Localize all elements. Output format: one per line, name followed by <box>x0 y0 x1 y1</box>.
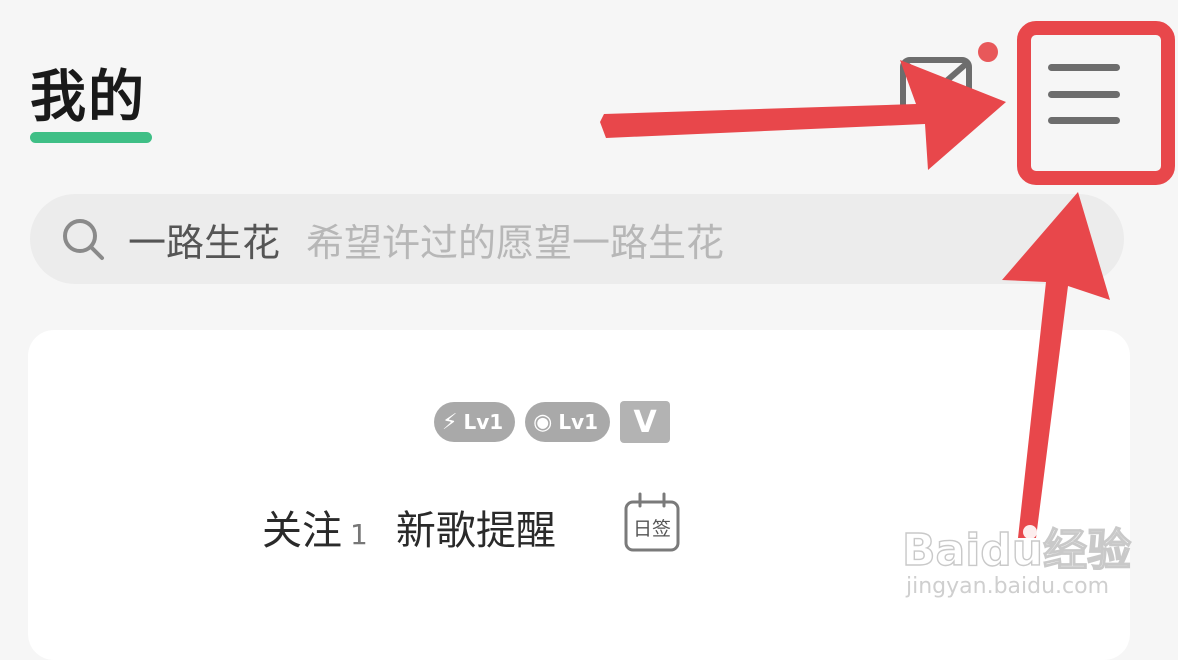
watermark-url: jingyan.baidu.com <box>906 574 1110 599</box>
message-icon[interactable] <box>898 54 976 120</box>
disc-level-badge[interactable]: ◉ Lv1 <box>525 402 611 442</box>
follow-label[interactable]: 关注 <box>262 498 342 556</box>
calendar-checkin-icon[interactable]: 日签 <box>620 490 684 554</box>
badge-label: Lv1 <box>463 410 504 434</box>
search-input[interactable]: 一路生花 希望许过的愿望一路生花 <box>30 194 1124 284</box>
notification-dot <box>978 42 998 62</box>
lightning-level-badge[interactable]: ⚡ Lv1 <box>434 402 516 442</box>
search-placeholder: 希望许过的愿望一路生花 <box>306 220 725 265</box>
lightning-icon: ⚡ <box>442 409 458 435</box>
follow-row: 关注 1 新歌提醒 <box>262 498 556 556</box>
vip-icon[interactable]: V <box>620 401 671 443</box>
search-keyword: 一路生花 <box>128 220 281 265</box>
profile-card <box>28 330 1130 660</box>
baidu-watermark-logo: Baidu经验 <box>901 524 1132 576</box>
title-underline <box>30 132 152 143</box>
level-badges: ⚡ Lv1 ◉ Lv1 V <box>434 400 671 444</box>
disc-icon: ◉ <box>533 409 553 435</box>
vip-label: V <box>633 404 657 440</box>
hamburger-menu-icon[interactable] <box>1048 64 1120 124</box>
checkin-label: 日签 <box>633 518 671 540</box>
page-title: 我的 <box>30 65 146 130</box>
new-song-reminder[interactable]: 新歌提醒 <box>396 498 556 556</box>
badge-label: Lv1 <box>558 410 599 434</box>
follow-count[interactable]: 1 <box>350 518 368 551</box>
search-icon <box>63 219 104 260</box>
